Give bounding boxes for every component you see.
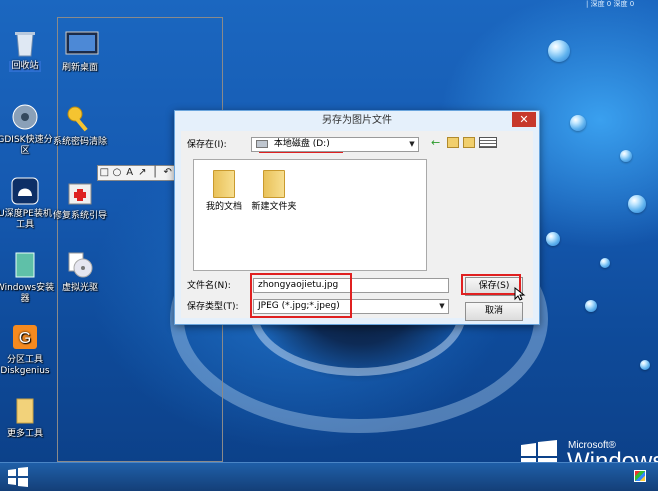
more-tools-icon — [10, 396, 40, 426]
drive-icon — [256, 139, 268, 148]
annotation-toolbar: □ ○ A ↗ │ ↶ — [97, 165, 175, 181]
desktop-icon-label: 刷新桌面 — [61, 63, 98, 73]
tray-icon[interactable] — [634, 470, 646, 482]
virtual-drive-icon — [65, 250, 95, 280]
desktop-icon-label: U深度PE装机工具 — [0, 209, 52, 230]
desktop-icon-label: GDISK快速分区 — [0, 135, 53, 156]
up-folder-icon[interactable] — [447, 137, 459, 148]
repair-boot-icon — [65, 178, 95, 208]
desktop-icon-label: 更多工具 — [6, 429, 43, 439]
desktop-icon-gdisk[interactable]: GDISK快速分区 — [0, 102, 56, 157]
chevron-down-icon: ▼ — [439, 302, 445, 310]
cancel-button[interactable]: 取消 — [465, 302, 523, 321]
desktop-icon-label: 分区工具Diskgenius — [0, 355, 50, 376]
water-drop — [548, 40, 570, 62]
red-underline — [259, 152, 343, 153]
rectangle-tool-icon[interactable]: □ — [98, 166, 111, 180]
close-button[interactable]: ✕ — [512, 112, 536, 127]
text-tool-icon[interactable]: A — [123, 166, 136, 180]
desktop-icon-windows-installer[interactable]: Windows安装器 — [0, 250, 56, 305]
list-item[interactable]: 我的文档 — [199, 170, 249, 213]
arrow-tool-icon[interactable]: ↗ — [136, 166, 149, 180]
svg-text:G: G — [19, 330, 31, 347]
windows-installer-icon — [10, 250, 40, 280]
desktop-icon-refresh[interactable]: 刷新桌面 — [49, 30, 111, 74]
view-menu-icon[interactable] — [479, 137, 497, 148]
desktop-icon-label: 回收站 — [9, 61, 41, 72]
chevron-down-icon: ▼ — [409, 140, 415, 148]
ellipse-tool-icon[interactable]: ○ — [111, 166, 124, 180]
desktop-icon-recycle-bin[interactable]: 回收站 — [0, 28, 56, 72]
recycle-bin-icon — [10, 28, 40, 58]
file-list[interactable]: 我的文档 新建文件夹 — [193, 159, 427, 271]
save-in-value: 本地磁盘 (D:) — [273, 139, 330, 149]
desktop-icon-more-tools[interactable]: 更多工具 — [0, 396, 56, 440]
taskbar — [0, 462, 658, 491]
desktop-icon-password-clear[interactable]: 系统密码清除 — [49, 104, 111, 148]
save-in-dropdown[interactable]: 本地磁盘 (D:) ▼ — [251, 137, 419, 152]
folder-icon — [263, 170, 285, 198]
start-button[interactable] — [7, 467, 29, 487]
desktop-icon-pe-installer[interactable]: U深度PE装机工具 — [0, 176, 56, 231]
water-drop — [620, 150, 632, 162]
file-name: 新建文件夹 — [251, 202, 297, 212]
top-status-text: | 深度 0 深度 0 — [586, 0, 635, 8]
pe-installer-icon — [10, 176, 40, 206]
file-name: 我的文档 — [205, 202, 242, 212]
desktop-icon-label: Windows安装器 — [0, 283, 55, 304]
undo-icon[interactable]: ↶ — [161, 166, 174, 180]
water-drop — [600, 258, 610, 268]
save-in-label: 保存在(I): — [187, 140, 227, 150]
desktop-icon-label: 系统密码清除 — [52, 137, 107, 147]
desktop-icon-label: 虚拟光驱 — [61, 283, 98, 293]
desktop-icon-repair-boot[interactable]: 修复系统引导 — [49, 178, 111, 222]
filename-highlight — [250, 273, 352, 318]
dialog-title: 另存为图片文件 — [322, 115, 392, 126]
diskgenius-icon: G — [10, 322, 40, 352]
gdisk-icon — [10, 102, 40, 132]
back-icon[interactable]: ← — [431, 137, 443, 149]
desktop-icon-virtual-drive[interactable]: 虚拟光驱 — [49, 250, 111, 294]
new-folder-icon[interactable] — [463, 137, 475, 148]
desktop-icon-label: 修复系统引导 — [52, 211, 107, 221]
list-item[interactable]: 新建文件夹 — [249, 170, 299, 213]
key-icon — [65, 104, 95, 134]
filename-label: 文件名(N): — [187, 281, 231, 291]
water-drop — [546, 232, 560, 246]
refresh-desktop-icon — [65, 30, 99, 60]
folder-icon — [213, 170, 235, 198]
water-drop — [570, 115, 586, 131]
toolbar-divider: │ — [152, 167, 159, 178]
water-drop — [640, 360, 650, 370]
water-drop — [628, 195, 646, 213]
mouse-cursor-icon — [514, 287, 526, 301]
water-drop — [585, 300, 597, 312]
desktop-icon-diskgenius[interactable]: G 分区工具Diskgenius — [0, 322, 56, 377]
filetype-label: 保存类型(T): — [187, 302, 239, 312]
save-button-highlight — [461, 274, 521, 295]
